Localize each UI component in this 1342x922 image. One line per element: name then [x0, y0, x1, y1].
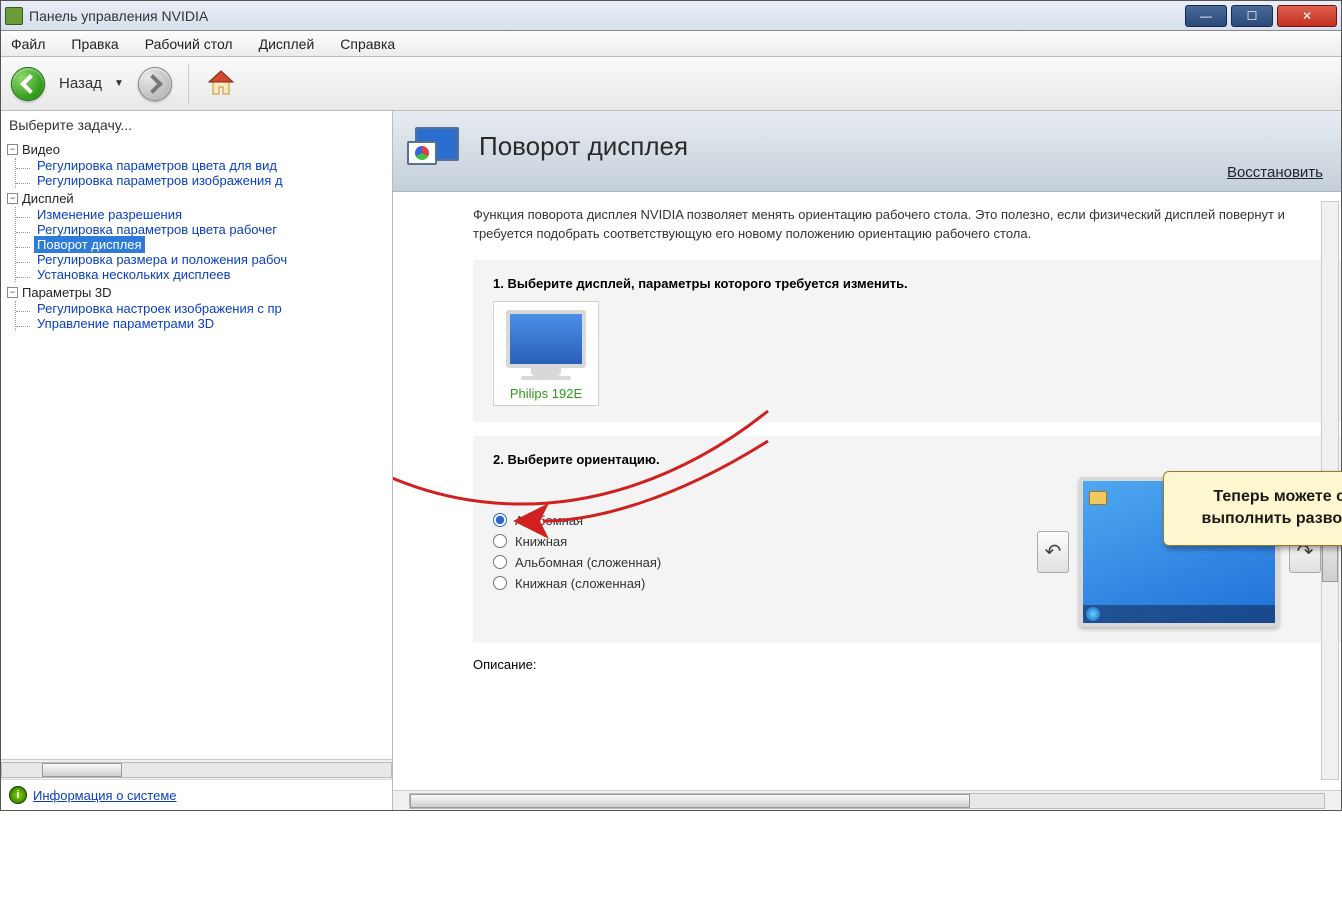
tree-toggle[interactable]: −	[7, 193, 18, 204]
tree-category-label: Видео	[22, 142, 60, 157]
tree-category-label: Параметры 3D	[22, 285, 112, 300]
display-tile[interactable]: Philips 192E	[493, 301, 599, 406]
tree-item-link[interactable]: Регулировка параметров изображения д	[34, 172, 286, 189]
orientation-label: Книжная	[515, 534, 567, 549]
callout-line2: выполнить разворот десплея!	[1184, 508, 1342, 530]
close-button[interactable]: ✕	[1277, 5, 1337, 27]
desktop-folder-icon	[1089, 491, 1107, 505]
monitor-icon	[506, 310, 586, 368]
menu-help[interactable]: Справка	[336, 33, 399, 55]
home-icon	[205, 67, 237, 99]
sidebar: Выберите задачу... −ВидеоРегулировка пар…	[1, 111, 393, 810]
forward-button[interactable]	[138, 67, 172, 101]
system-info-link[interactable]: Информация о системе	[33, 788, 177, 803]
toolbar-separator	[188, 64, 189, 104]
content-header: Поворот дисплея Восстановить	[393, 111, 1341, 192]
sidebar-header: Выберите задачу...	[1, 111, 392, 139]
orientation-option[interactable]: Альбомная	[493, 513, 661, 528]
tree-item-link[interactable]: Управление параметрами 3D	[34, 315, 217, 332]
maximize-button[interactable]: ☐	[1231, 5, 1273, 27]
minimize-button[interactable]: —	[1185, 5, 1227, 27]
tree-toggle[interactable]: −	[7, 144, 18, 155]
orientation-label: Книжная (сложенная)	[515, 576, 645, 591]
window-title: Панель управления NVIDIA	[29, 8, 1185, 24]
info-icon: i	[9, 786, 27, 804]
orientation-option[interactable]: Альбомная (сложенная)	[493, 555, 661, 570]
content-horizontal-scrollbar[interactable]	[393, 790, 1341, 810]
section2-title: 2. Выберите ориентацию.	[493, 452, 1321, 467]
sidebar-horizontal-scrollbar[interactable]	[1, 759, 392, 779]
orientation-radio[interactable]	[493, 576, 507, 590]
callout-line1: Теперь можете с легкостью	[1184, 486, 1342, 508]
menubar: Файл Правка Рабочий стол Дисплей Справка	[1, 31, 1341, 57]
menu-display[interactable]: Дисплей	[255, 33, 319, 55]
back-label: Назад	[59, 75, 102, 92]
home-button[interactable]	[205, 67, 239, 101]
tree-category-label: Дисплей	[22, 191, 74, 206]
rotate-ccw-button[interactable]: ↶	[1037, 531, 1069, 573]
tree-item-link[interactable]: Установка нескольких дисплеев	[34, 266, 234, 283]
restore-defaults-link[interactable]: Восстановить	[1227, 164, 1323, 181]
section1-title: 1. Выберите дисплей, параметры которого …	[493, 276, 1321, 291]
menu-file[interactable]: Файл	[7, 33, 49, 55]
orientation-option[interactable]: Книжная (сложенная)	[493, 576, 661, 591]
select-display-section: 1. Выберите дисплей, параметры которого …	[473, 260, 1341, 422]
page-title: Поворот дисплея	[479, 131, 688, 162]
toolbar: Назад ▼	[1, 57, 1341, 111]
content-pane: Поворот дисплея Восстановить Функция пов…	[393, 111, 1341, 810]
menu-edit[interactable]: Правка	[67, 33, 122, 55]
annotation-callout: Теперь можете с легкостью выполнить разв…	[1163, 471, 1342, 546]
titlebar: Панель управления NVIDIA — ☐ ✕	[1, 1, 1341, 31]
orientation-label: Альбомная (сложенная)	[515, 555, 661, 570]
description-heading: Описание:	[473, 657, 1341, 672]
page-icon	[407, 123, 463, 179]
display-name-label: Philips 192E	[506, 386, 586, 401]
back-button[interactable]	[11, 67, 45, 101]
orientation-radio[interactable]	[493, 555, 507, 569]
page-description: Функция поворота дисплея NVIDIA позволяе…	[473, 206, 1341, 244]
tree-toggle[interactable]: −	[7, 287, 18, 298]
app-icon	[5, 7, 23, 25]
orientation-option[interactable]: Книжная	[493, 534, 661, 549]
orientation-radio[interactable]	[493, 513, 507, 527]
task-tree: −ВидеоРегулировка параметров цвета для в…	[7, 141, 392, 331]
back-history-caret-icon[interactable]: ▼	[114, 78, 124, 89]
orientation-radio[interactable]	[493, 534, 507, 548]
menu-desktop[interactable]: Рабочий стол	[141, 33, 237, 55]
orientation-label: Альбомная	[515, 513, 583, 528]
